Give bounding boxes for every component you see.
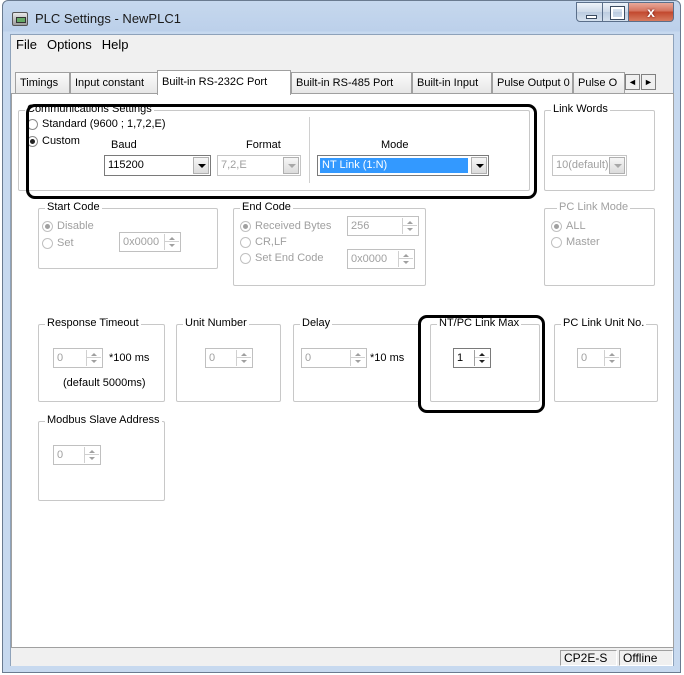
response-timeout-default-note: (default 5000ms) <box>63 377 146 389</box>
radio-circle <box>240 236 251 248</box>
end-code-group: End Code Received Bytes 256 CR,LF Set En… <box>233 201 426 286</box>
crlf-radio[interactable]: CR,LF <box>240 236 287 248</box>
spin-arrows-icon[interactable] <box>164 234 179 250</box>
start-disable-label: Disable <box>57 220 94 232</box>
received-bytes-label: Received Bytes <box>255 220 332 232</box>
response-timeout-legend: Response Timeout <box>45 317 141 329</box>
delay-spinner[interactable]: 0 <box>301 348 367 368</box>
pc-link-mode-legend: PC Link Mode <box>557 201 631 213</box>
tab-builtin-input[interactable]: Built-in Input <box>412 72 492 94</box>
spin-arrows-icon[interactable] <box>398 251 413 267</box>
set-end-code-label: Set End Code <box>255 252 324 264</box>
window-title: PLC Settings - NewPLC1 <box>35 11 181 26</box>
spin-arrows-icon[interactable] <box>402 218 417 234</box>
status-bar: CP2E-S Offline <box>11 648 673 666</box>
received-bytes-spinner[interactable]: 256 <box>347 216 419 236</box>
end-code-value: 0x0000 <box>351 253 388 265</box>
set-end-code-radio[interactable]: Set End Code <box>240 252 324 264</box>
response-timeout-group: Response Timeout 0 *100 ms (default 5000… <box>38 317 165 402</box>
highlight-nt-pc-link-max <box>418 315 545 413</box>
link-words-select[interactable]: 10(default) <box>552 155 627 176</box>
tab-rs485-port[interactable]: Built-in RS-485 Port <box>291 72 412 94</box>
tab-input-constant[interactable]: Input constant <box>70 72 158 94</box>
response-timeout-spinner[interactable]: 0 <box>53 348 103 368</box>
pc-link-unit-no-value: 0 <box>581 352 588 364</box>
tab-strip: Timings Input constant Built-in RS-232C … <box>11 70 673 95</box>
radio-circle <box>551 236 562 248</box>
plc-app-icon <box>12 12 28 26</box>
unit-number-spinner[interactable]: 0 <box>205 348 253 368</box>
spin-arrows-icon[interactable] <box>236 350 251 366</box>
highlight-comm-settings <box>26 104 537 199</box>
radio-circle <box>42 237 53 249</box>
status-model: CP2E-S <box>560 650 617 666</box>
tab-scroll-right-icon[interactable]: ► <box>641 74 656 90</box>
spin-arrows-icon[interactable] <box>350 350 365 366</box>
pc-link-unit-no-spinner[interactable]: 0 <box>577 348 621 368</box>
tab-timings[interactable]: Timings <box>15 72 70 94</box>
modbus-slave-address-legend: Modbus Slave Address <box>45 414 162 426</box>
close-button[interactable]: x <box>629 2 674 22</box>
status-connection: Offline <box>619 650 673 666</box>
modbus-slave-address-group: Modbus Slave Address 0 <box>38 414 165 501</box>
tab-pulse-output-0[interactable]: Pulse Output 0 <box>492 72 573 94</box>
radio-circle <box>240 220 251 232</box>
response-timeout-value: 0 <box>57 352 64 364</box>
pc-link-all-label: ALL <box>566 220 586 232</box>
end-code-legend: End Code <box>240 201 293 213</box>
pc-link-unit-no-legend: PC Link Unit No. <box>561 317 647 329</box>
start-code-spinner[interactable]: 0x0000 <box>119 232 181 252</box>
chevron-down-icon[interactable] <box>609 157 625 174</box>
radio-circle <box>42 220 53 232</box>
spin-arrows-icon[interactable] <box>84 447 99 463</box>
window: PLC Settings - NewPLC1 x File Options He… <box>2 0 681 673</box>
start-set-label: Set <box>57 237 74 249</box>
unit-number-group: Unit Number 0 <box>176 317 281 402</box>
pc-link-master-radio[interactable]: Master <box>551 236 600 248</box>
delay-unit: *10 ms <box>370 352 405 364</box>
modbus-slave-address-spinner[interactable]: 0 <box>53 445 101 465</box>
minimize-button[interactable] <box>576 2 603 22</box>
received-bytes-value: 256 <box>351 220 370 232</box>
menu-file[interactable]: File <box>11 35 42 57</box>
received-bytes-radio[interactable]: Received Bytes <box>240 220 331 232</box>
unit-number-value: 0 <box>209 352 216 364</box>
radio-circle <box>551 220 562 232</box>
end-code-spinner[interactable]: 0x0000 <box>347 249 415 269</box>
response-timeout-unit: *100 ms <box>109 352 150 364</box>
client-area: File Options Help Timings Input constant… <box>10 34 674 666</box>
start-code-group: Start Code Disable Set 0x0000 <box>38 201 218 269</box>
close-icon: x <box>647 4 655 20</box>
menu-help[interactable]: Help <box>97 35 134 57</box>
start-disable-radio[interactable]: Disable <box>42 220 94 232</box>
delay-group: Delay 0 *10 ms <box>293 317 421 402</box>
link-words-group: Link Words 10(default) <box>544 103 655 191</box>
link-words-legend: Link Words <box>551 103 610 115</box>
link-words-value: 10(default) <box>556 159 609 171</box>
title-bar[interactable]: PLC Settings - NewPLC1 x <box>3 1 680 35</box>
menu-bar: File Options Help <box>11 35 673 57</box>
start-set-radio[interactable]: Set <box>42 237 74 249</box>
unit-number-legend: Unit Number <box>183 317 249 329</box>
delay-legend: Delay <box>300 317 333 329</box>
delay-value: 0 <box>305 352 312 364</box>
tab-rs232c-port[interactable]: Built-in RS-232C Port <box>157 70 291 95</box>
rs232c-settings-panel: Communications Settings Standard (9600 ;… <box>11 93 674 648</box>
spin-arrows-icon[interactable] <box>604 350 619 366</box>
maximize-button[interactable] <box>603 2 629 22</box>
tab-scroll-left-icon[interactable]: ◄ <box>625 74 640 90</box>
spin-arrows-icon[interactable] <box>86 350 101 366</box>
crlf-label: CR,LF <box>255 236 287 248</box>
modbus-slave-address-value: 0 <box>57 449 64 461</box>
menu-options[interactable]: Options <box>42 35 97 57</box>
radio-circle <box>240 252 251 264</box>
pc-link-mode-group: PC Link Mode ALL Master <box>544 201 655 286</box>
pc-link-master-label: Master <box>566 236 600 248</box>
pc-link-unit-no-group: PC Link Unit No. 0 <box>554 317 658 402</box>
tab-pulse-output-1[interactable]: Pulse O <box>573 72 625 94</box>
pc-link-all-radio[interactable]: ALL <box>551 220 586 232</box>
start-code-legend: Start Code <box>45 201 102 213</box>
start-code-value: 0x0000 <box>123 236 160 248</box>
